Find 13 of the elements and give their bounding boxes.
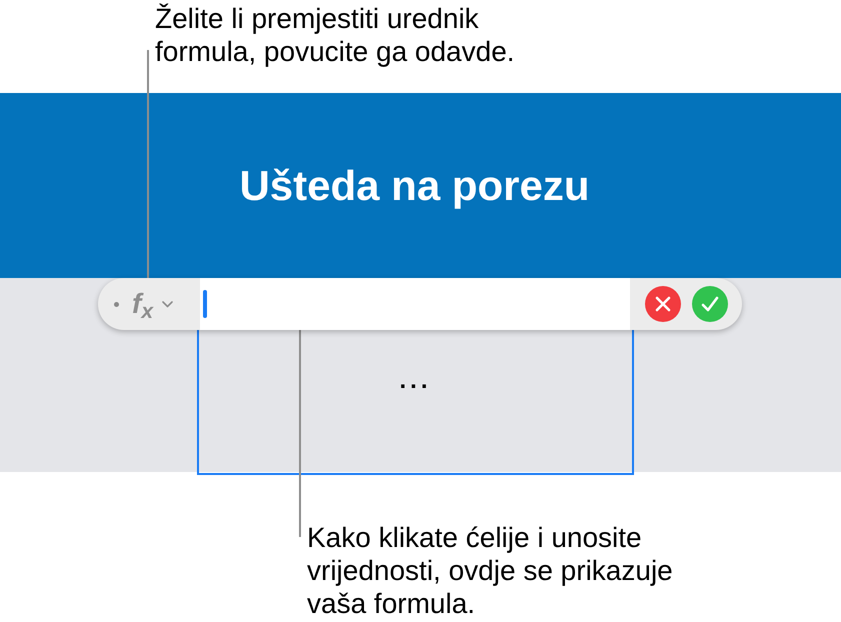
callout-text: Želite li premjestiti urednik formula, povucite ga odavde.: [155, 2, 515, 68]
drag-handle-icon[interactable]: [114, 302, 119, 306]
callout-text: Kako klikate ćelije i unosite vrijednosti, ovdje se prikazuje vaša formula.: [307, 521, 673, 620]
function-menu-button[interactable]: f$_{x}$: [132, 289, 174, 319]
checkmark-icon: [701, 296, 719, 312]
formula-bar[interactable]: f$_{x}$: [98, 278, 742, 330]
confirm-button[interactable]: [692, 286, 728, 322]
close-icon: [655, 296, 671, 312]
sheet-title: Ušteda na porezu: [239, 160, 590, 210]
formula-input-field[interactable]: [200, 278, 630, 330]
chevron-down-icon: [162, 300, 174, 308]
cancel-button[interactable]: [645, 286, 681, 322]
cell-text: ...: [399, 367, 432, 395]
